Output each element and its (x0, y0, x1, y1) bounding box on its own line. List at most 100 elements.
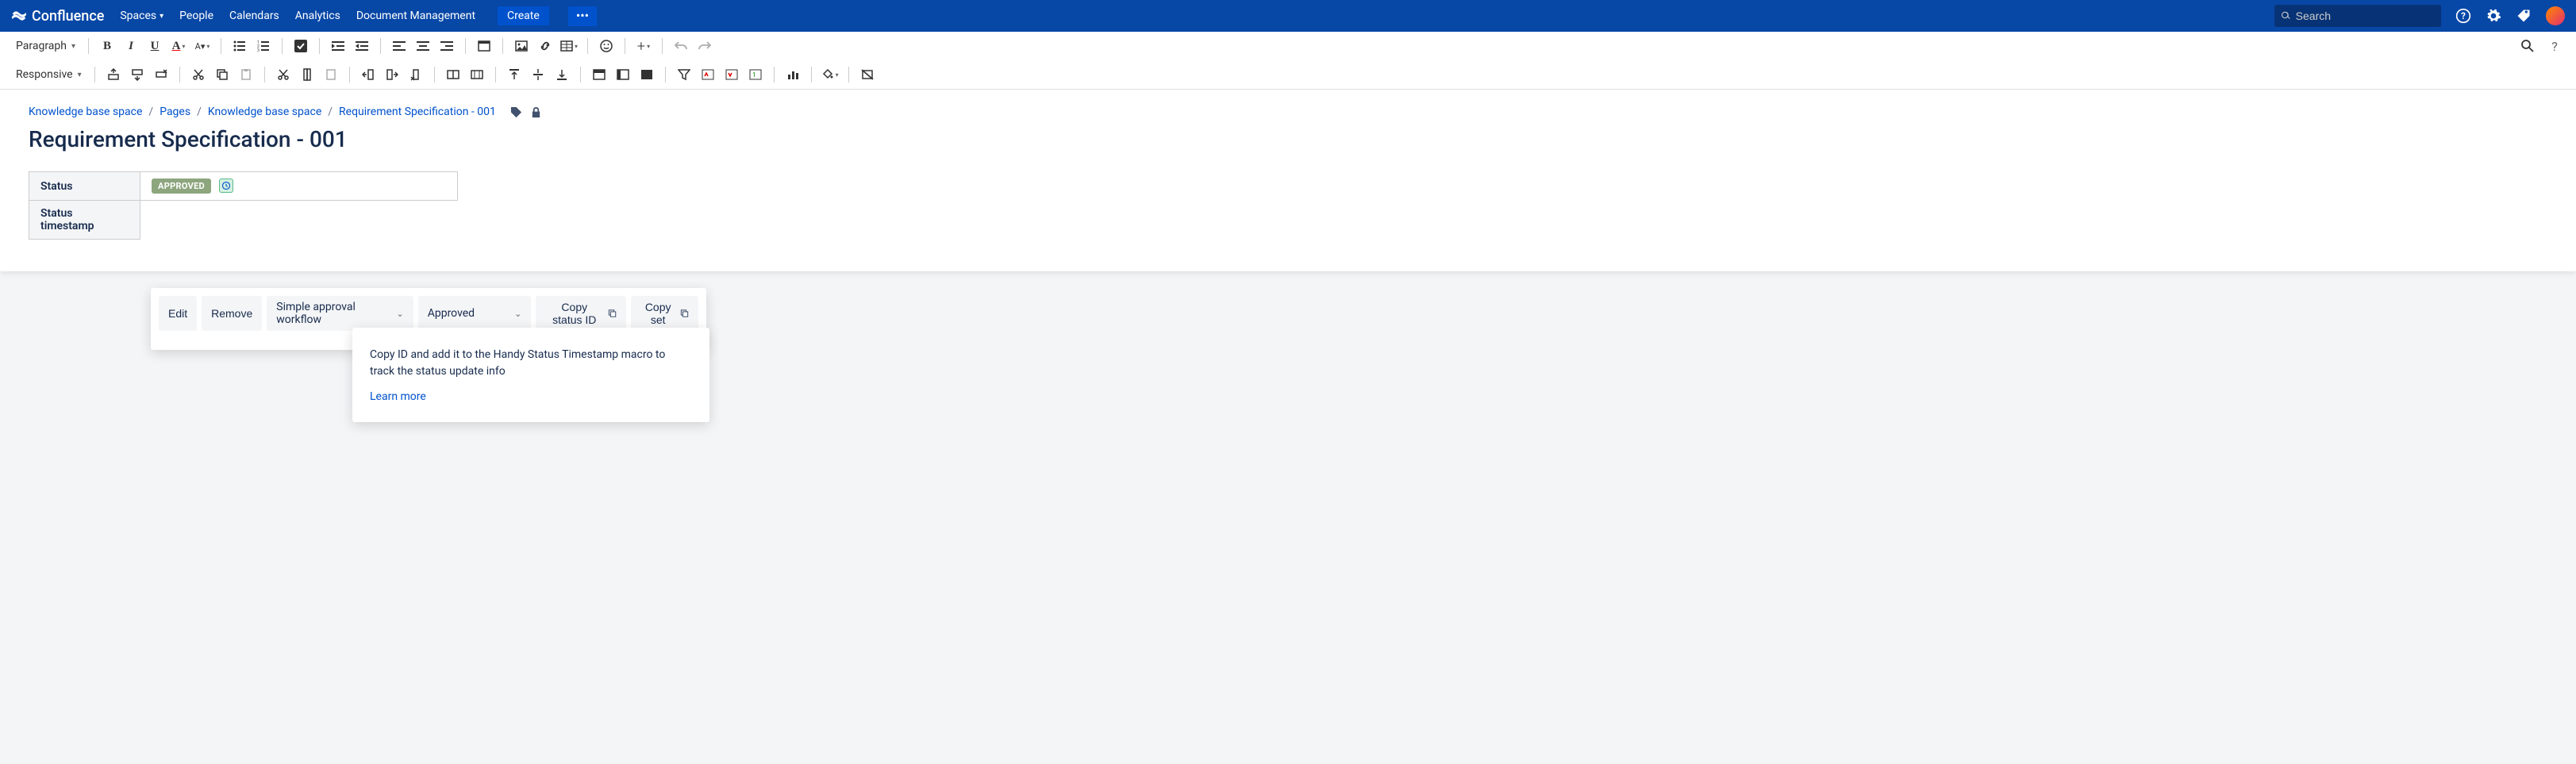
copy-id-tooltip: Copy ID and add it to the Handy Status T… (352, 328, 709, 422)
text-color-button[interactable]: A▾ (168, 36, 189, 56)
copy-set-button[interactable]: Copy set (631, 296, 698, 331)
page-title: Requirement Specification - 001 (29, 126, 2547, 152)
responsive-dropdown[interactable]: Responsive▾ (11, 65, 87, 84)
no-heading-button[interactable] (636, 64, 657, 85)
underline-button[interactable]: U (144, 36, 165, 56)
status-badge: APPROVED (152, 179, 211, 194)
nav-items: Spaces▾ People Calendars Analytics Docum… (120, 6, 597, 26)
tag-icon[interactable] (2516, 8, 2532, 24)
delete-col-button[interactable] (406, 64, 426, 85)
nav-docmgmt[interactable]: Document Management (356, 10, 475, 22)
timestamp-icon[interactable] (219, 179, 233, 193)
layout-button[interactable] (474, 36, 494, 56)
heading-row-button[interactable] (589, 64, 609, 85)
chevron-down-icon: ⌄ (397, 309, 404, 319)
learn-more-link[interactable]: Learn more (367, 390, 429, 409)
outdent-button[interactable] (328, 36, 348, 56)
help-icon[interactable]: ? (2455, 8, 2471, 24)
nav-calendars[interactable]: Calendars (229, 10, 279, 22)
align-right-button[interactable] (436, 36, 457, 56)
italic-button[interactable]: I (121, 36, 141, 56)
link-button[interactable] (535, 36, 556, 56)
align-center-button[interactable] (413, 36, 433, 56)
paste-col-button[interactable] (321, 64, 341, 85)
bullet-list-button[interactable] (229, 36, 250, 56)
copy-row-button[interactable] (212, 64, 233, 85)
sort-asc-button[interactable] (698, 64, 718, 85)
undo-button[interactable] (671, 36, 691, 56)
paragraph-dropdown[interactable]: Paragraph▾ (11, 36, 80, 56)
confluence-logo[interactable]: Confluence (11, 8, 104, 25)
copy-icon (608, 308, 617, 319)
filter-button[interactable] (674, 64, 694, 85)
insert-row-above-button[interactable] (103, 64, 124, 85)
timestamp-header: Status timestamp (29, 201, 140, 240)
search-input[interactable] (2296, 10, 2435, 22)
create-button[interactable]: Create (498, 6, 549, 25)
chevron-down-icon: ▾ (647, 43, 650, 50)
valign-top-button[interactable] (504, 64, 525, 85)
table-button[interactable]: ▾ (559, 36, 579, 56)
cut-col-button[interactable] (273, 64, 294, 85)
breadcrumb-link[interactable]: Requirement Specification - 001 (339, 106, 496, 118)
delete-table-button[interactable] (857, 64, 878, 85)
task-button[interactable] (290, 36, 311, 56)
settings-icon[interactable] (2486, 8, 2501, 24)
sort-desc-button[interactable] (721, 64, 742, 85)
labels-icon[interactable] (510, 106, 522, 118)
edit-button[interactable]: Edit (159, 296, 197, 331)
more-button[interactable]: ••• (568, 6, 597, 26)
insert-col-right-button[interactable] (382, 64, 402, 85)
status-table: Status APPROVED Status timestamp (29, 171, 458, 240)
align-left-button[interactable] (389, 36, 409, 56)
chevron-down-icon: ▾ (206, 43, 210, 50)
insert-col-left-button[interactable] (358, 64, 379, 85)
merge-cells-button[interactable] (443, 64, 463, 85)
search-icon (2281, 10, 2291, 21)
status-select[interactable]: Approved⌄ (418, 296, 532, 331)
split-cells-button[interactable] (467, 64, 487, 85)
nav-people[interactable]: People (179, 10, 213, 22)
heading-col-button[interactable] (613, 64, 633, 85)
breadcrumb-link[interactable]: Knowledge base space (29, 106, 142, 118)
indent-button[interactable] (352, 36, 372, 56)
nav-spaces[interactable]: Spaces▾ (120, 10, 163, 22)
image-button[interactable] (511, 36, 532, 56)
redo-button[interactable] (694, 36, 715, 56)
restrictions-icon[interactable] (530, 106, 542, 118)
chevron-down-icon: ▾ (160, 12, 163, 21)
chevron-down-icon: ▾ (71, 42, 75, 51)
breadcrumb-link[interactable]: Knowledge base space (208, 106, 321, 118)
insert-button[interactable]: +▾ (633, 36, 654, 56)
breadcrumbs: Knowledge base space / Pages / Knowledge… (29, 106, 2547, 118)
help-button[interactable]: ? (2544, 36, 2565, 56)
emoji-button[interactable] (596, 36, 617, 56)
status-header: Status (29, 172, 140, 201)
valign-bottom-button[interactable] (552, 64, 572, 85)
remove-button[interactable]: Remove (202, 296, 262, 331)
cut-row-button[interactable] (188, 64, 209, 85)
chevron-down-icon: ▾ (575, 43, 578, 50)
numbering-button[interactable]: 1 (745, 64, 766, 85)
breadcrumb-link[interactable]: Pages (160, 106, 190, 118)
search-box[interactable] (2274, 5, 2441, 27)
insert-row-below-button[interactable] (127, 64, 148, 85)
status-cell[interactable]: APPROVED (140, 172, 458, 201)
copy-col-button[interactable] (297, 64, 317, 85)
valign-middle-button[interactable] (528, 64, 548, 85)
workflow-select[interactable]: Simple approval workflow⌄ (267, 296, 413, 331)
bold-button[interactable]: B (97, 36, 117, 56)
copy-status-id-button[interactable]: Copy status ID (536, 296, 626, 331)
paste-row-button[interactable] (236, 64, 256, 85)
chevron-down-icon: ▾ (836, 71, 839, 79)
chevron-down-icon: ▾ (182, 43, 185, 50)
cell-color-button[interactable]: ▾ (820, 64, 840, 85)
number-list-button[interactable]: 123 (253, 36, 274, 56)
more-format-button[interactable]: A▾▾ (192, 36, 213, 56)
delete-row-button[interactable] (151, 64, 171, 85)
chevron-down-icon: ⌄ (514, 309, 521, 319)
nav-analytics[interactable]: Analytics (295, 10, 340, 22)
chart-button[interactable] (782, 64, 803, 85)
user-avatar[interactable] (2546, 6, 2565, 25)
find-button[interactable] (2517, 36, 2538, 56)
